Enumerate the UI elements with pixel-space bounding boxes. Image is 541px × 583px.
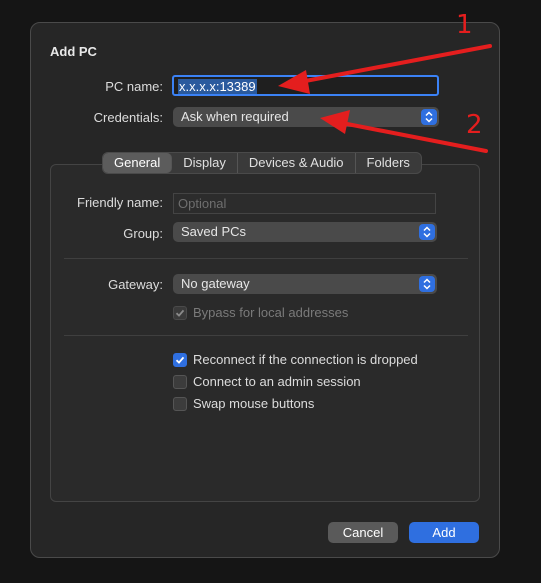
- pc-name-input[interactable]: x.x.x.x:13389: [172, 75, 439, 96]
- group-value: Saved PCs: [181, 224, 247, 239]
- updown-chevron-icon: [419, 224, 435, 240]
- tab-bar: General Display Devices & Audio Folders: [102, 152, 422, 174]
- reconnect-label: Reconnect if the connection is dropped: [193, 352, 418, 367]
- divider: [64, 335, 468, 336]
- reconnect-checkbox[interactable]: Reconnect if the connection is dropped: [173, 352, 418, 367]
- dialog-title: Add PC: [50, 44, 97, 59]
- tab-display[interactable]: Display: [172, 153, 238, 173]
- credentials-value: Ask when required: [181, 109, 289, 124]
- cancel-button[interactable]: Cancel: [328, 522, 398, 543]
- credentials-label: Credentials:: [93, 110, 163, 125]
- tab-folders[interactable]: Folders: [356, 153, 421, 173]
- tab-general[interactable]: General: [103, 153, 173, 173]
- bypass-label: Bypass for local addresses: [193, 305, 349, 320]
- gateway-label: Gateway:: [108, 277, 163, 292]
- updown-chevron-icon: [421, 109, 437, 125]
- settings-panel: [50, 164, 480, 502]
- admin-session-label: Connect to an admin session: [193, 374, 361, 389]
- bypass-checkbox[interactable]: Bypass for local addresses: [173, 305, 348, 320]
- group-select[interactable]: Saved PCs: [173, 222, 437, 242]
- gateway-value: No gateway: [181, 276, 250, 291]
- group-label: Group:: [123, 226, 163, 241]
- credentials-select[interactable]: Ask when required: [173, 107, 439, 127]
- tab-devices-audio[interactable]: Devices & Audio: [238, 153, 356, 173]
- annotation-number-2: 2: [466, 110, 483, 140]
- annotation-number-1: 1: [456, 10, 473, 40]
- checkmark-icon: [173, 305, 187, 320]
- swap-mouse-checkbox[interactable]: Swap mouse buttons: [173, 396, 314, 411]
- pc-name-label: PC name:: [105, 79, 163, 94]
- add-button[interactable]: Add: [409, 522, 479, 543]
- friendly-name-label: Friendly name:: [77, 195, 163, 210]
- admin-session-checkbox[interactable]: Connect to an admin session: [173, 374, 361, 389]
- checkbox-empty-icon: [173, 374, 187, 389]
- updown-chevron-icon: [419, 276, 435, 292]
- pc-name-value: x.x.x.x:13389: [178, 79, 257, 94]
- friendly-name-input[interactable]: Optional: [173, 193, 436, 214]
- divider: [64, 258, 468, 259]
- checkmark-icon: [173, 352, 187, 367]
- checkbox-empty-icon: [173, 396, 187, 411]
- gateway-select[interactable]: No gateway: [173, 274, 437, 294]
- swap-mouse-label: Swap mouse buttons: [193, 396, 315, 411]
- friendly-name-placeholder: Optional: [178, 196, 227, 211]
